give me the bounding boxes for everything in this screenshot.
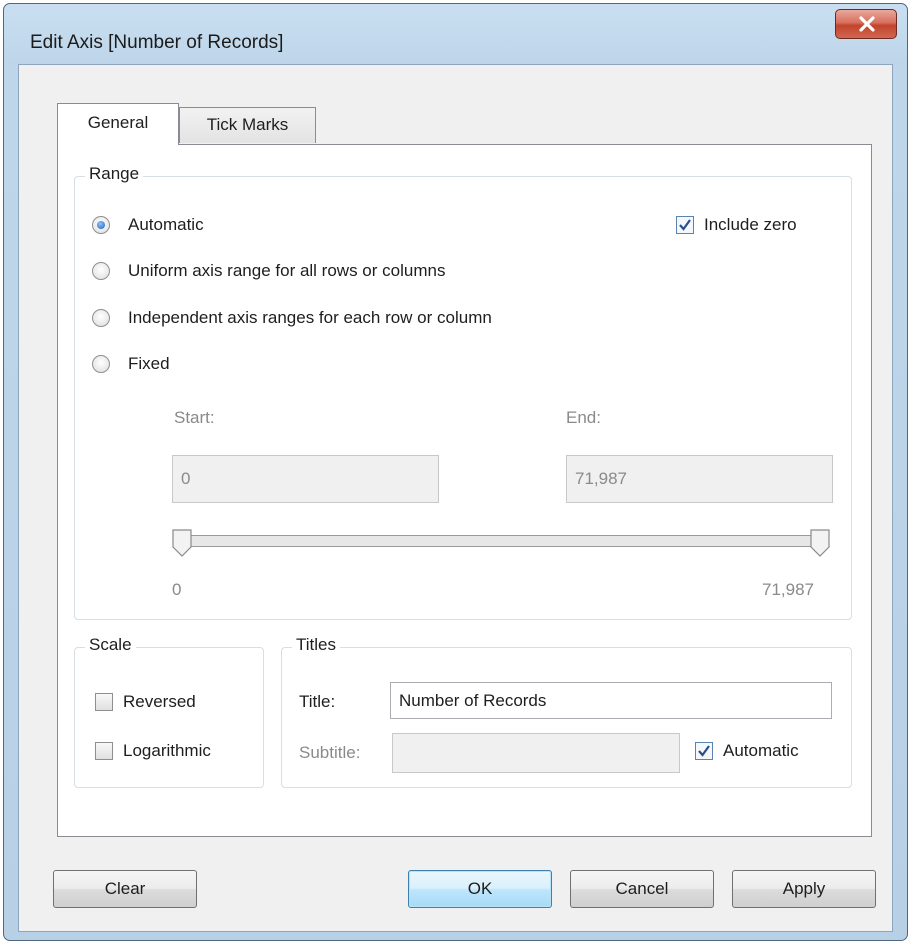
range-slider-track[interactable] bbox=[180, 535, 820, 547]
reversed-label: Reversed bbox=[123, 692, 196, 711]
start-label: Start: bbox=[174, 408, 215, 427]
radio-fixed-label: Fixed bbox=[128, 354, 170, 373]
radio-automatic-label: Automatic bbox=[128, 215, 204, 234]
title-label: Title: bbox=[299, 692, 336, 711]
range-slider-max-thumb[interactable] bbox=[810, 529, 830, 557]
slider-max-value: 71,987 bbox=[762, 580, 814, 599]
close-button[interactable] bbox=[835, 9, 897, 39]
include-zero-label: Include zero bbox=[704, 215, 797, 234]
radio-fixed-button[interactable] bbox=[92, 355, 110, 373]
automatic-subtitle-check[interactable] bbox=[695, 742, 713, 760]
end-input[interactable]: 71,987 bbox=[566, 455, 833, 503]
title-bar[interactable]: Edit Axis [Number of Records] bbox=[4, 4, 907, 62]
range-group-label: Range bbox=[85, 164, 144, 184]
scale-group: Scale bbox=[74, 635, 264, 788]
radio-fixed[interactable]: Fixed bbox=[92, 354, 170, 374]
apply-button[interactable]: Apply bbox=[732, 870, 876, 908]
scale-group-label: Scale bbox=[85, 635, 136, 655]
subtitle-input[interactable] bbox=[392, 733, 680, 773]
reversed-checkbox[interactable]: Reversed bbox=[95, 692, 196, 712]
range-slider-min-thumb[interactable] bbox=[172, 529, 192, 557]
logarithmic-label: Logarithmic bbox=[123, 741, 211, 760]
radio-uniform-range-button[interactable] bbox=[92, 262, 110, 280]
include-zero-checkbox[interactable]: Include zero bbox=[676, 215, 797, 235]
include-zero-check[interactable] bbox=[676, 216, 694, 234]
slider-min-value: 0 bbox=[172, 580, 182, 599]
reversed-check[interactable] bbox=[95, 693, 113, 711]
logarithmic-checkbox[interactable]: Logarithmic bbox=[95, 741, 211, 761]
automatic-subtitle-checkbox[interactable]: Automatic bbox=[695, 741, 799, 761]
radio-automatic-button[interactable] bbox=[92, 216, 110, 234]
radio-independent-ranges-label: Independent axis ranges for each row or … bbox=[128, 308, 492, 327]
radio-independent-ranges[interactable]: Independent axis ranges for each row or … bbox=[92, 308, 492, 328]
titles-group-label: Titles bbox=[292, 635, 340, 655]
window-title: Edit Axis [Number of Records] bbox=[30, 32, 284, 53]
clear-button[interactable]: Clear bbox=[53, 870, 197, 908]
end-label: End: bbox=[566, 408, 601, 427]
ok-button[interactable]: OK bbox=[408, 870, 552, 908]
radio-uniform-range[interactable]: Uniform axis range for all rows or colum… bbox=[92, 261, 445, 281]
subtitle-label: Subtitle: bbox=[299, 743, 361, 762]
tab-general[interactable]: General bbox=[57, 103, 179, 145]
cancel-button[interactable]: Cancel bbox=[570, 870, 714, 908]
radio-independent-ranges-button[interactable] bbox=[92, 309, 110, 327]
checkmark-icon bbox=[698, 745, 710, 757]
radio-automatic[interactable]: Automatic bbox=[92, 215, 204, 235]
close-icon bbox=[859, 16, 875, 32]
logarithmic-check[interactable] bbox=[95, 742, 113, 760]
radio-uniform-range-label: Uniform axis range for all rows or colum… bbox=[128, 261, 446, 280]
checkmark-icon bbox=[679, 219, 691, 231]
automatic-subtitle-label: Automatic bbox=[723, 741, 799, 760]
title-input[interactable]: Number of Records bbox=[390, 682, 832, 719]
tab-tick-marks[interactable]: Tick Marks bbox=[179, 107, 316, 143]
start-input[interactable]: 0 bbox=[172, 455, 439, 503]
